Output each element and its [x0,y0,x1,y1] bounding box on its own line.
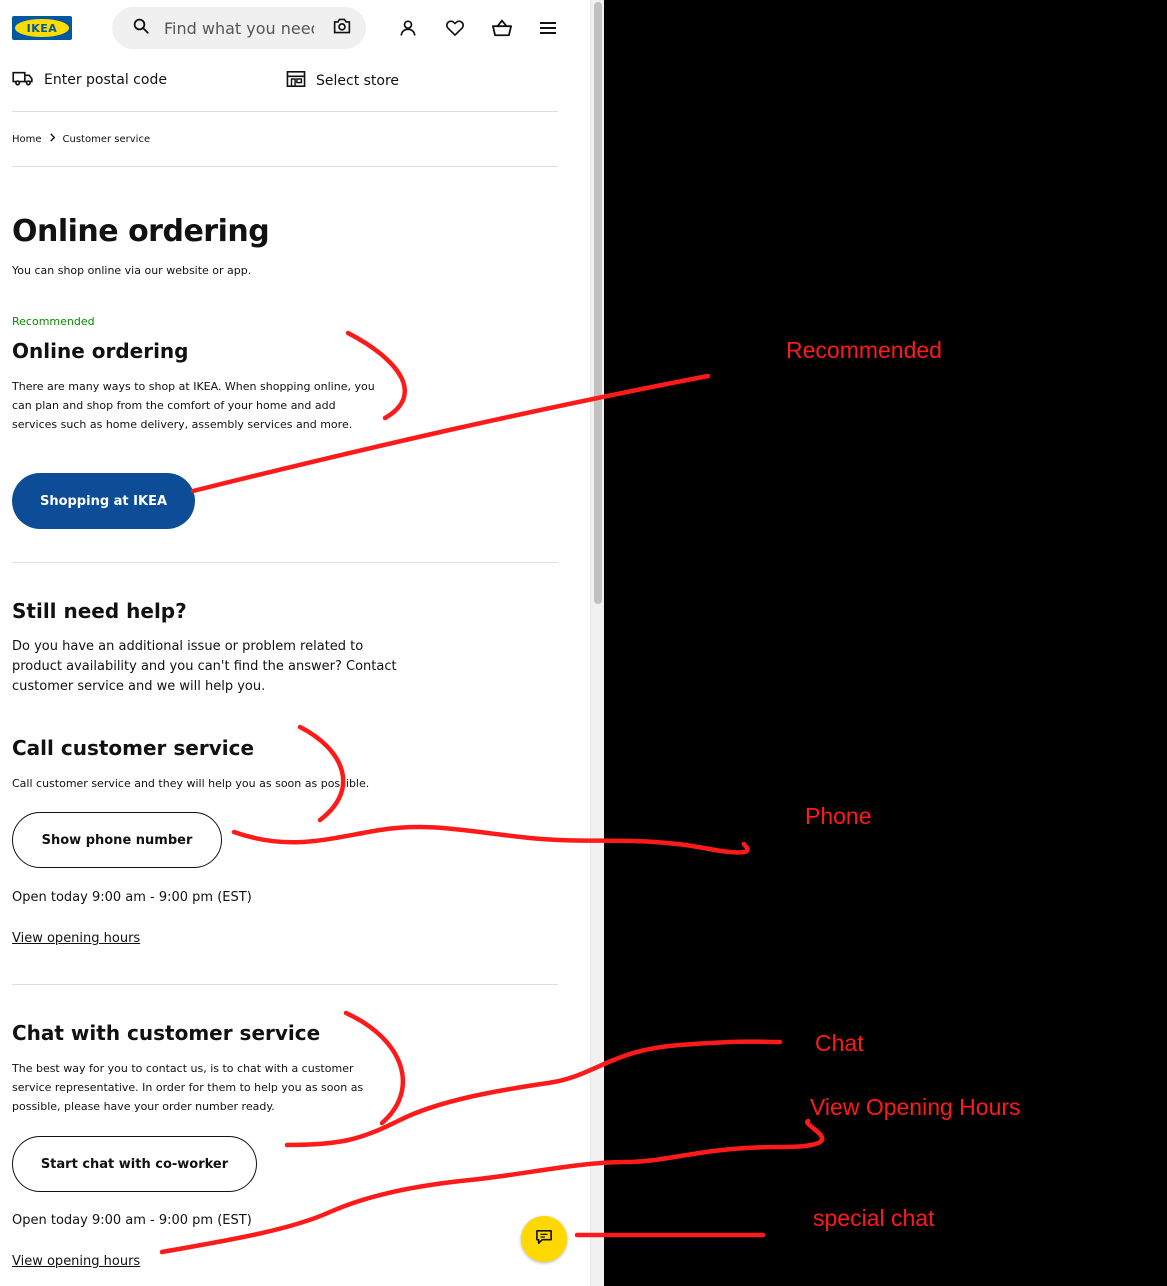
divider [12,111,558,112]
divider [12,166,558,167]
page-subtitle: You can shop online via our website or a… [12,264,252,277]
help-text: Do you have an additional issue or probl… [12,639,397,694]
breadcrumb-current[interactable]: Customer service [63,134,151,145]
camera-icon[interactable] [332,17,352,39]
store-icon [286,70,306,92]
truck-icon [12,70,34,90]
search-input[interactable] [164,18,314,38]
recommended-badge: Recommended [12,315,95,328]
page-title: Online ordering [12,214,270,249]
account-icon[interactable] [396,16,420,40]
annotation-recommended: Recommended [786,337,942,363]
divider [12,984,558,985]
scrollbar-thumb[interactable] [594,2,602,604]
menu-icon[interactable] [536,16,560,40]
call-heading: Call customer service [12,736,255,760]
divider [12,562,558,563]
scrollbar[interactable] [590,0,604,1286]
start-chat-button[interactable]: Start chat with co-worker [12,1136,257,1192]
annotation-opening-hours: View Opening Hours [810,1094,1021,1120]
annotation-chat: Chat [815,1030,864,1056]
annotation-special-chat: special chat [813,1205,935,1231]
ikea-page: IKEA Enter postal code Select [0,0,604,1286]
breadcrumb-home[interactable]: Home [12,134,42,145]
help-heading: Still need help? [12,599,187,623]
call-opening-hours-link[interactable]: View opening hours [12,931,140,946]
heart-icon[interactable] [443,16,467,40]
search-bar[interactable] [112,7,366,49]
call-text: Call customer service and they will help… [12,777,370,790]
call-hours: Open today 9:00 am - 9:00 pm (EST) [12,890,252,905]
ikea-logo[interactable]: IKEA [12,16,72,40]
chat-heading: Chat with customer service [12,1021,321,1045]
shopping-at-ikea-button[interactable]: Shopping at IKEA [12,473,195,529]
recommended-heading: Online ordering [12,339,189,363]
chat-hours: Open today 9:00 am - 9:00 pm (EST) [12,1213,252,1228]
chat-bubble-icon [535,1229,553,1249]
postal-code-button[interactable]: Enter postal code [12,70,167,90]
recommended-text: There are many ways to shop at IKEA. Whe… [12,380,375,431]
annotation-phone: Phone [805,803,872,829]
search-icon[interactable] [132,17,150,39]
basket-icon[interactable] [490,16,514,40]
breadcrumb: Home Customer service [12,133,150,145]
chat-text: The best way for you to contact us, is t… [12,1062,364,1113]
chat-opening-hours-link[interactable]: View opening hours [12,1254,140,1269]
postal-code-label: Enter postal code [44,72,167,88]
chat-fab-button[interactable] [521,1216,567,1262]
logo-text: IKEA [15,19,69,37]
chevron-right-icon [49,133,56,145]
select-store-label: Select store [316,73,400,89]
location-row: Enter postal code Select store [12,70,558,96]
show-phone-number-button[interactable]: Show phone number [12,812,222,868]
select-store-button[interactable]: Select store [286,70,399,92]
